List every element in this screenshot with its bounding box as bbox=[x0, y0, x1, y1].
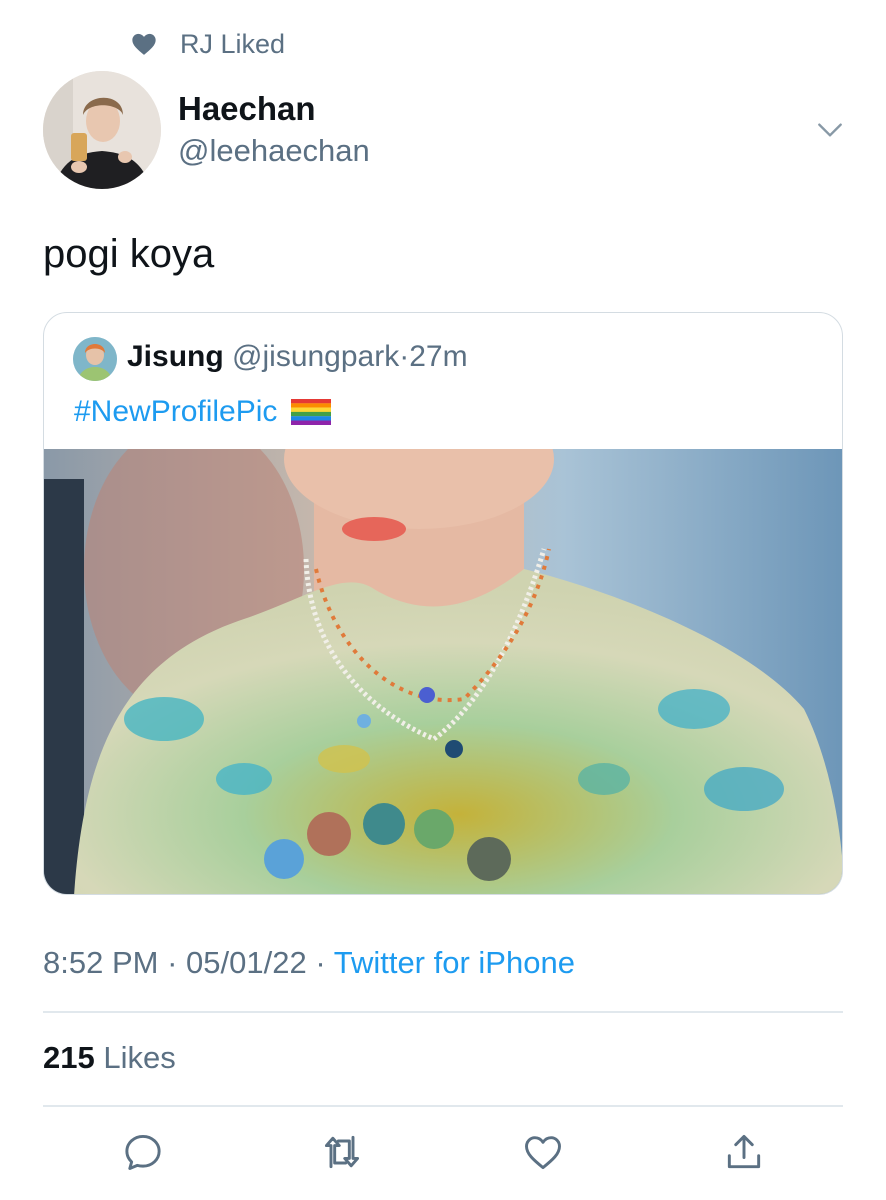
reply-button[interactable] bbox=[121, 1130, 165, 1174]
quoted-media-image[interactable] bbox=[44, 389, 842, 894]
chevron-down-icon[interactable] bbox=[814, 114, 846, 146]
divider bbox=[43, 1105, 843, 1107]
retweet-button[interactable] bbox=[320, 1130, 364, 1174]
hashtag-link[interactable]: #NewProfilePic bbox=[74, 395, 277, 429]
tweet-metadata: 8:52 PM · 05/01/22 · Twitter for iPhone bbox=[43, 945, 575, 981]
share-button[interactable] bbox=[722, 1130, 766, 1174]
quoted-time[interactable]: 27m bbox=[409, 340, 467, 373]
reply-icon bbox=[125, 1134, 161, 1170]
tweet-source-link[interactable]: Twitter for iPhone bbox=[334, 945, 575, 980]
like-button[interactable] bbox=[521, 1130, 565, 1174]
tweet-date[interactable]: 05/01/22 bbox=[186, 945, 307, 980]
tweet-text: pogi koya bbox=[43, 232, 215, 276]
quoted-header: Jisung @jisungpark·27m bbox=[127, 340, 468, 374]
author-display-name[interactable]: Haechan bbox=[178, 90, 316, 128]
quoted-avatar[interactable] bbox=[73, 337, 117, 381]
liked-by-text: RJ Liked bbox=[180, 28, 286, 59]
divider bbox=[43, 1011, 843, 1013]
quoted-separator: · bbox=[399, 340, 410, 373]
quoted-handle[interactable]: @jisungpark bbox=[232, 340, 399, 373]
quoted-display-name[interactable]: Jisung bbox=[127, 340, 224, 373]
quoted-tweet[interactable]: Jisung @jisungpark·27m #NewProfilePic bbox=[43, 312, 843, 895]
retweet-icon bbox=[324, 1135, 360, 1169]
author-handle[interactable]: @leehaechan bbox=[178, 133, 370, 169]
likes-stat[interactable]: 215 Likes bbox=[43, 1040, 176, 1076]
rainbow-flag-icon bbox=[291, 399, 332, 425]
heart-icon bbox=[132, 33, 156, 55]
tweet-time[interactable]: 8:52 PM bbox=[43, 945, 158, 980]
avatar[interactable] bbox=[43, 71, 161, 189]
share-icon bbox=[727, 1134, 761, 1169]
likes-count: 215 bbox=[43, 1040, 95, 1075]
meta-separator: · bbox=[167, 945, 178, 980]
quoted-text: #NewProfilePic bbox=[74, 395, 332, 429]
meta-separator: · bbox=[315, 945, 326, 980]
likes-label: Likes bbox=[103, 1040, 176, 1075]
social-context[interactable]: RJ Liked bbox=[130, 28, 285, 60]
like-icon bbox=[525, 1136, 561, 1170]
